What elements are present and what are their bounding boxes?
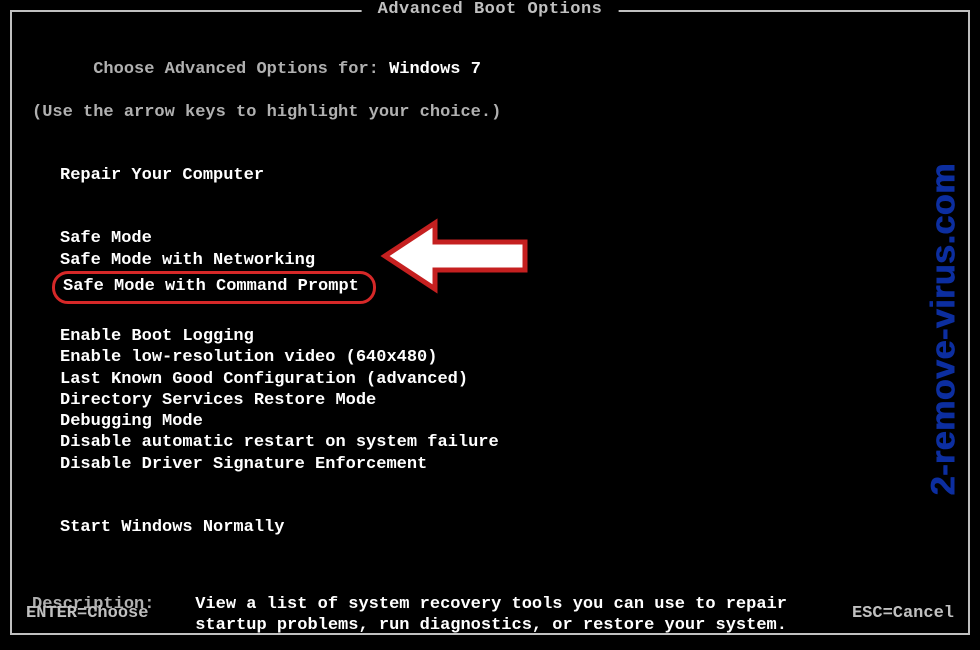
option-debug[interactable]: Debugging Mode: [32, 411, 948, 432]
option-low-res[interactable]: Enable low-resolution video (640x480): [32, 347, 948, 368]
choose-prefix: Choose Advanced Options for:: [93, 60, 389, 79]
option-dsrm[interactable]: Directory Services Restore Mode: [32, 390, 948, 411]
option-repair[interactable]: Repair Your Computer: [32, 165, 948, 186]
window-title: Advanced Boot Options: [362, 0, 619, 19]
boot-options-frame: Advanced Boot Options Choose Advanced Op…: [10, 10, 970, 635]
watermark-text: 2-remove-virus.com: [924, 163, 963, 495]
hint-line: (Use the arrow keys to highlight your ch…: [32, 102, 948, 123]
choose-line: Choose Advanced Options for: Windows 7: [32, 38, 948, 102]
option-start-normally[interactable]: Start Windows Normally: [32, 517, 948, 538]
option-disable-driver-sig[interactable]: Disable Driver Signature Enforcement: [32, 454, 948, 475]
option-lkgc[interactable]: Last Known Good Configuration (advanced): [32, 369, 948, 390]
footer-bar: ENTER=Choose ESC=Cancel: [26, 604, 954, 623]
option-boot-logging[interactable]: Enable Boot Logging: [32, 326, 948, 347]
footer-enter: ENTER=Choose: [26, 604, 148, 623]
os-name: Windows 7: [389, 60, 481, 79]
footer-esc: ESC=Cancel: [852, 604, 954, 623]
option-disable-auto-restart[interactable]: Disable automatic restart on system fail…: [32, 432, 948, 453]
arrow-pointer-icon: [380, 217, 530, 295]
arrow-shape: [385, 223, 525, 289]
option-safe-mode-cmd[interactable]: Safe Mode with Command Prompt: [52, 271, 376, 304]
content-area: Choose Advanced Options for: Windows 7 (…: [12, 12, 968, 637]
